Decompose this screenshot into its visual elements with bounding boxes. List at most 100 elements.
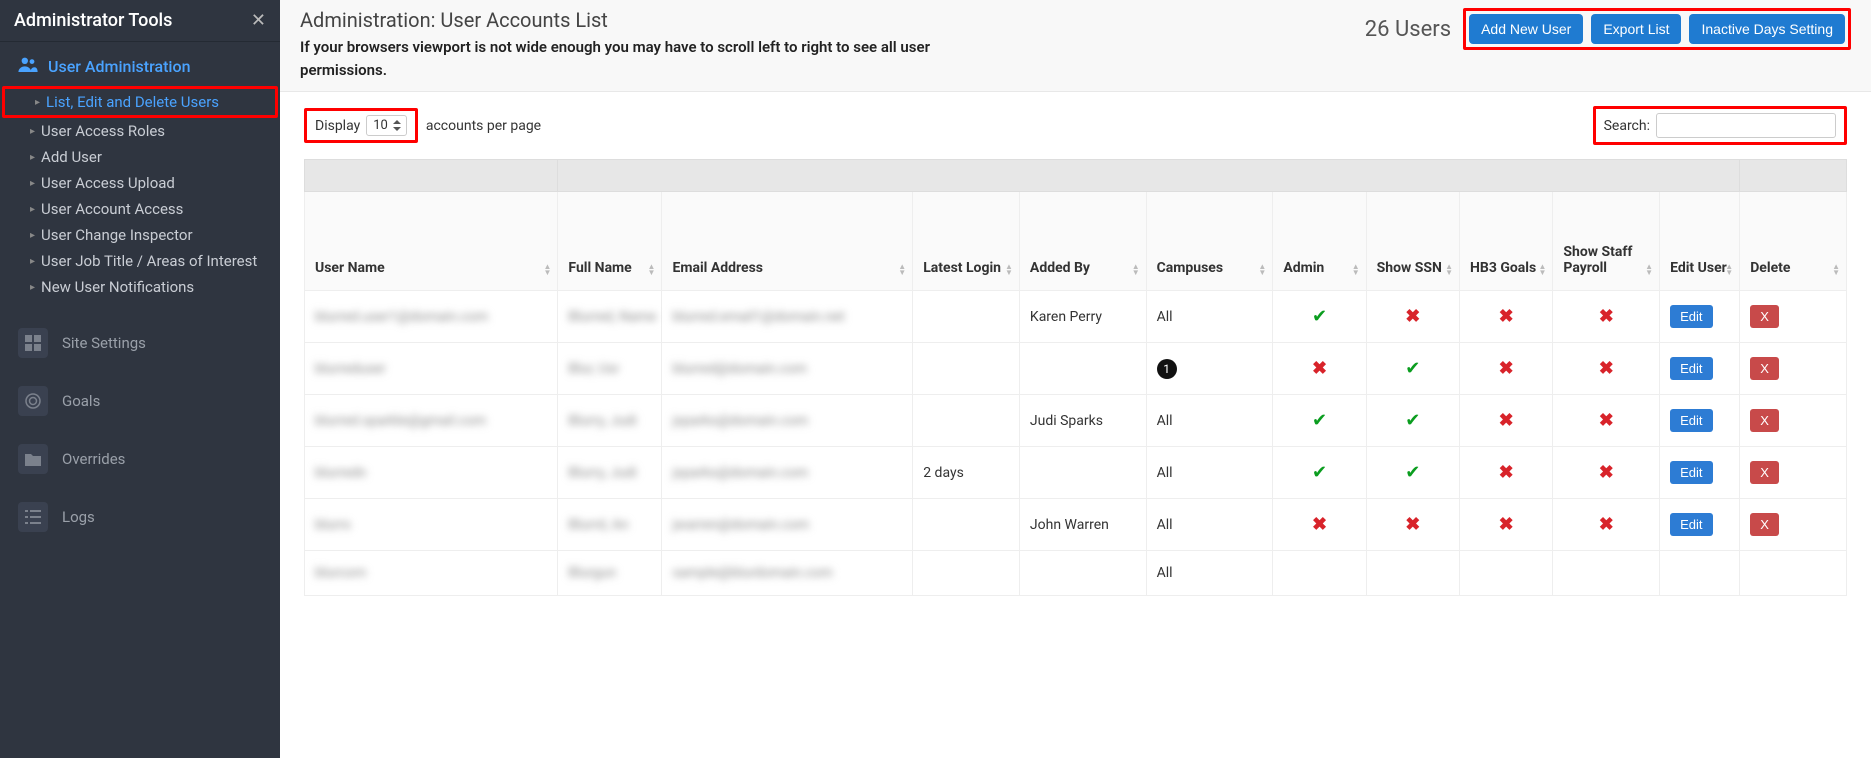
added-by-cell: Judi Sparks [1030, 413, 1103, 429]
sidebar-item-user-change-inspector[interactable]: ▸ User Change Inspector [0, 222, 280, 248]
edit-user-button[interactable]: Edit [1670, 461, 1712, 484]
col-hb3-goals[interactable]: HB3 Goals▲▼ [1460, 192, 1553, 291]
caret-right-icon: ▸ [30, 152, 35, 163]
sidebar-item-label: Goals [62, 392, 100, 410]
delete-user-button[interactable]: X [1750, 409, 1779, 432]
delete-user-button[interactable]: X [1750, 513, 1779, 536]
sort-icon: ▲▼ [1725, 264, 1733, 276]
display-suffix: accounts per page [426, 118, 541, 134]
sidebar-item-site-settings[interactable]: Site Settings [0, 314, 280, 372]
page-size-control: Display 10 [304, 108, 418, 143]
campus-value: All [1157, 465, 1173, 481]
col-show-staff-payroll[interactable]: Show Staff Payroll▲▼ [1553, 192, 1660, 291]
check-icon: ✔ [1377, 358, 1449, 379]
users-table: User Name▲▼ Full Name▲▼ Email Address▲▼ … [304, 159, 1847, 596]
page-title: Administration: User Accounts List [300, 8, 1000, 32]
nav-group-label: User Administration [48, 57, 190, 76]
sort-icon: ▲▼ [544, 264, 552, 276]
edit-user-button[interactable]: Edit [1670, 305, 1712, 328]
user-name-cell: blurcorn [315, 565, 366, 581]
email-cell: jwarren@domain.com [672, 517, 809, 533]
col-user-name[interactable]: User Name▲▼ [305, 192, 558, 291]
sort-icon: ▲▼ [1005, 264, 1013, 276]
sidebar-item-user-job-title[interactable]: ▸ User Job Title / Areas of Interest [0, 248, 280, 274]
edit-user-button[interactable]: Edit [1670, 357, 1712, 380]
full-name-cell: Blurred, Name [568, 309, 656, 325]
caret-right-icon: ▸ [30, 256, 35, 267]
user-count: 26 Users [1365, 17, 1451, 42]
list-icon [18, 502, 48, 532]
full-name-cell: Blurry, Judi [568, 465, 636, 481]
user-name-cell: blurred.sparkle@gmail.com [315, 413, 486, 429]
sort-icon: ▲▼ [1132, 264, 1140, 276]
check-icon: ✔ [1377, 410, 1449, 431]
search-input[interactable] [1656, 113, 1836, 138]
column-header-row: User Name▲▼ Full Name▲▼ Email Address▲▼ … [305, 192, 1847, 291]
sort-icon: ▲▼ [1258, 264, 1266, 276]
table-row: blurcornBlurgunsample@blurdomain.comAll [305, 551, 1847, 596]
table-row: blurred.sparkle@gmail.comBlurry, Judijsp… [305, 395, 1847, 447]
sidebar-item-label: User Job Title / Areas of Interest [41, 252, 257, 270]
email-cell: jsparks@domain.com [672, 465, 808, 481]
sidebar-item-add-user[interactable]: ▸ Add User [0, 144, 280, 170]
col-campuses[interactable]: Campuses▲▼ [1146, 192, 1273, 291]
x-icon: ✖ [1470, 358, 1542, 379]
col-delete[interactable]: Delete▲▼ [1740, 192, 1847, 291]
col-email[interactable]: Email Address▲▼ [662, 192, 913, 291]
folder-icon [18, 444, 48, 474]
add-new-user-button[interactable]: Add New User [1469, 14, 1583, 44]
inactive-days-setting-button[interactable]: Inactive Days Setting [1689, 14, 1845, 44]
user-name-cell: blurrs [315, 517, 351, 533]
check-icon: ✔ [1283, 462, 1355, 483]
sort-icon: ▲▼ [1352, 264, 1360, 276]
sidebar-item-user-access-roles[interactable]: ▸ User Access Roles [0, 118, 280, 144]
col-admin[interactable]: Admin▲▼ [1273, 192, 1366, 291]
sidebar-item-label: Site Settings [62, 334, 146, 352]
sidebar-header: Administrator Tools ✕ [0, 0, 280, 42]
sidebar-item-overrides[interactable]: Overrides [0, 430, 280, 488]
delete-user-button[interactable]: X [1750, 357, 1779, 380]
table-row: blurrsBlurrd, Anjwarren@domain.comJohn W… [305, 499, 1847, 551]
added-by-cell: John Warren [1030, 517, 1109, 533]
col-show-ssn[interactable]: Show SSN▲▼ [1366, 192, 1459, 291]
sidebar-item-logs[interactable]: Logs [0, 488, 280, 546]
sort-icon: ▲▼ [648, 264, 656, 276]
col-edit-user[interactable]: Edit User▲▼ [1660, 192, 1740, 291]
users-icon [18, 56, 38, 76]
sidebar-item-list-edit-delete-users[interactable]: ▸ List, Edit and Delete Users [2, 86, 278, 118]
close-icon[interactable]: ✕ [251, 10, 266, 31]
x-icon: ✖ [1563, 306, 1649, 327]
grid-icon [18, 328, 48, 358]
main-content: Administration: User Accounts List If yo… [280, 0, 1871, 758]
col-full-name[interactable]: Full Name▲▼ [558, 192, 662, 291]
page-size-select[interactable]: 10 [366, 115, 407, 136]
col-latest-login[interactable]: Latest Login▲▼ [913, 192, 1020, 291]
nav-group-user-admin[interactable]: User Administration [0, 46, 280, 86]
export-list-button[interactable]: Export List [1591, 14, 1681, 44]
full-name-cell: Blurgun [568, 565, 616, 581]
email-cell: blurred@domain.com [672, 361, 806, 377]
sidebar-item-goals[interactable]: Goals [0, 372, 280, 430]
edit-user-button[interactable]: Edit [1670, 409, 1712, 432]
table-body: blurred.user1@domain.comBlurred, Nameblu… [305, 291, 1847, 596]
edit-user-button[interactable]: Edit [1670, 513, 1712, 536]
email-cell: sample@blurdomain.com [672, 565, 832, 581]
x-icon: ✖ [1377, 306, 1449, 327]
sidebar-item-user-account-access[interactable]: ▸ User Account Access [0, 196, 280, 222]
delete-user-button[interactable]: X [1750, 305, 1779, 328]
added-by-cell: Karen Perry [1030, 309, 1102, 325]
sidebar-item-label: Overrides [62, 450, 125, 468]
col-added-by[interactable]: Added By▲▼ [1019, 192, 1146, 291]
user-name-cell: blurredn [315, 465, 366, 481]
x-icon: ✖ [1283, 358, 1355, 379]
campus-value: All [1157, 517, 1173, 533]
page-size-value: 10 [373, 118, 388, 133]
sidebar-item-new-user-notifications[interactable]: ▸ New User Notifications [0, 274, 280, 300]
caret-right-icon: ▸ [30, 204, 35, 215]
table-row: blurrednBlurry, Judijsparks@domain.com2 … [305, 447, 1847, 499]
sidebar-item-label: User Change Inspector [41, 226, 193, 244]
sidebar-item-user-access-upload[interactable]: ▸ User Access Upload [0, 170, 280, 196]
delete-user-button[interactable]: X [1750, 461, 1779, 484]
check-icon: ✔ [1283, 306, 1355, 327]
caret-right-icon: ▸ [30, 282, 35, 293]
